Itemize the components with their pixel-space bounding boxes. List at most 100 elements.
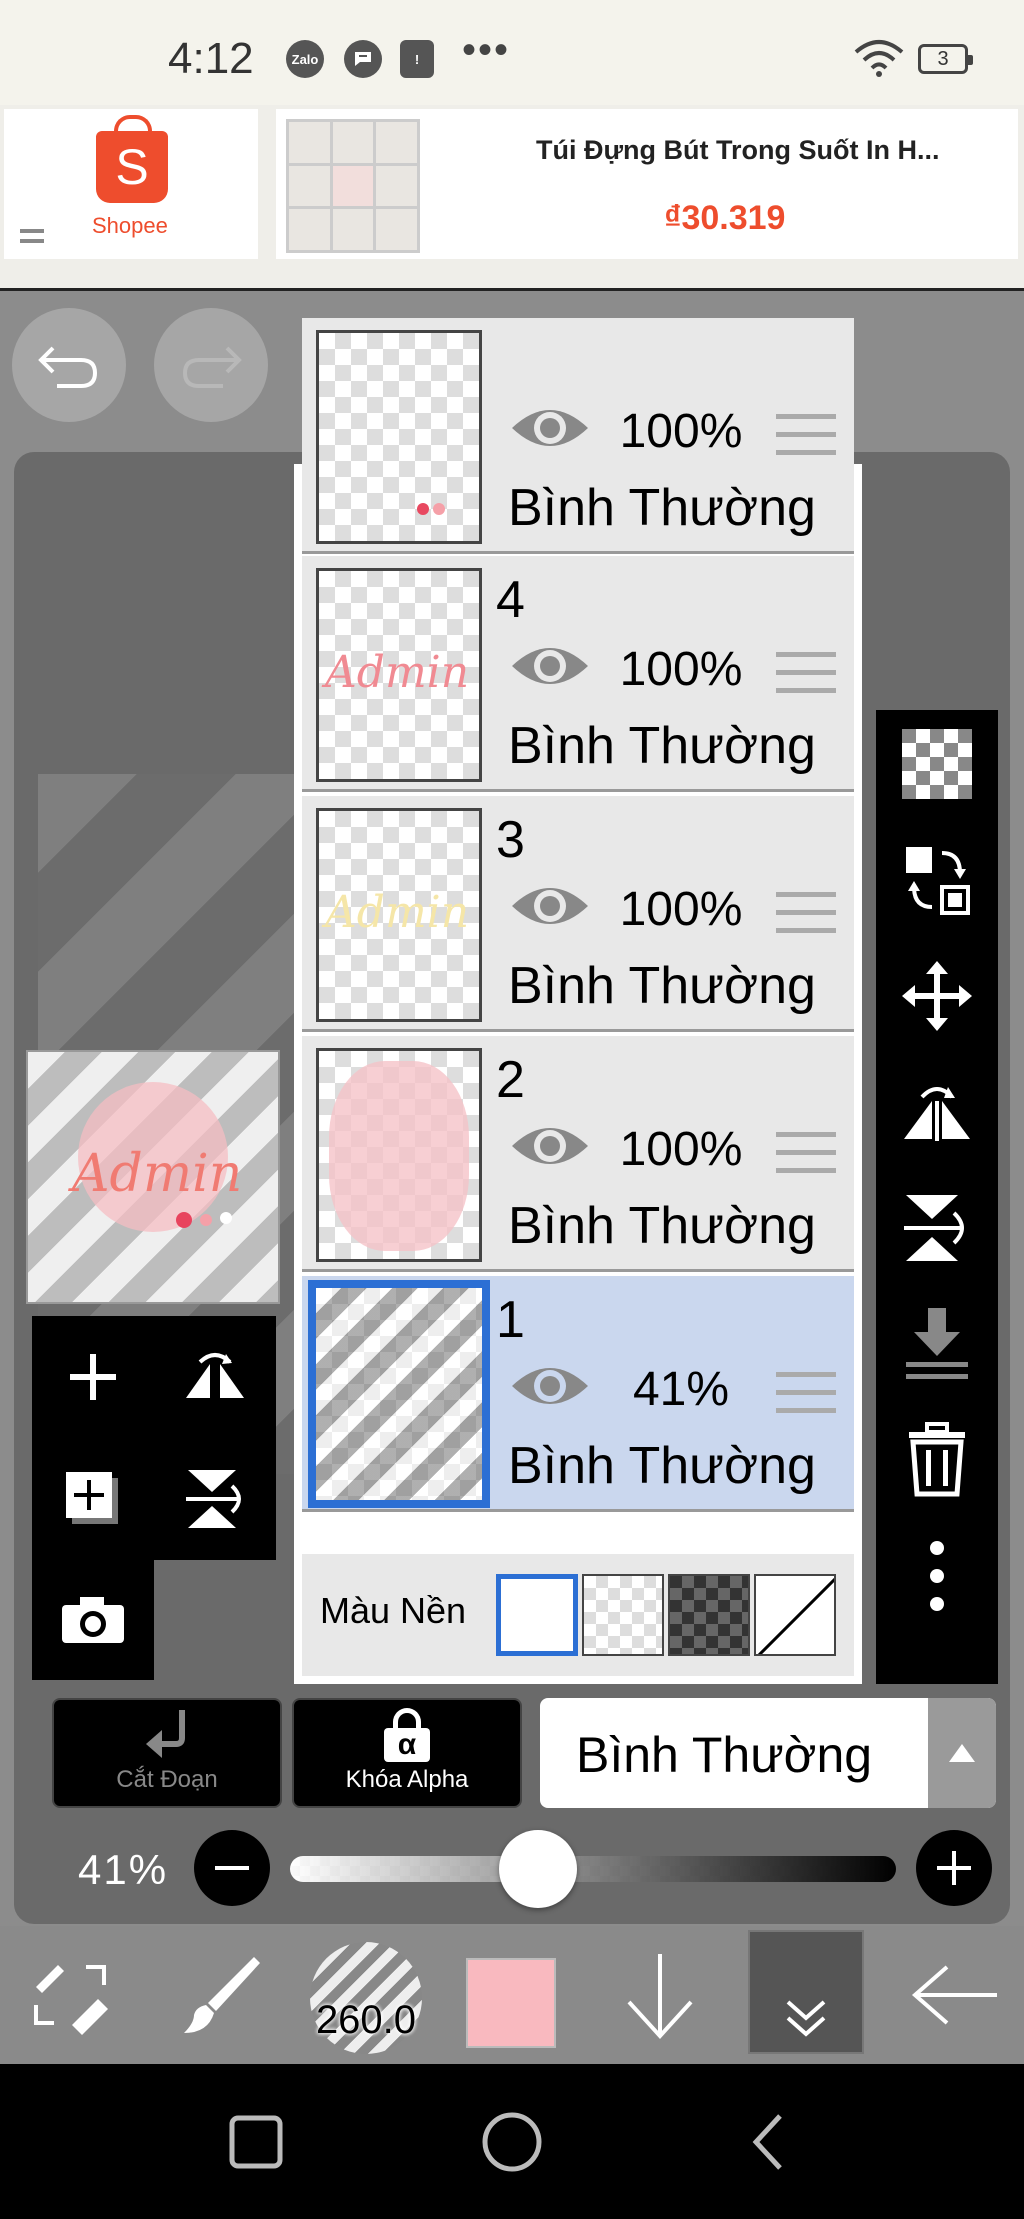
blend-mode-select[interactable]: Bình Thường bbox=[540, 1698, 996, 1808]
home-button[interactable] bbox=[452, 2064, 572, 2219]
undo-icon bbox=[38, 346, 98, 388]
opacity-decrease-button[interactable] bbox=[194, 1830, 270, 1906]
background-white-option[interactable] bbox=[496, 1574, 578, 1656]
move-button[interactable] bbox=[876, 942, 998, 1050]
layer-opacity: 100% bbox=[619, 643, 743, 696]
redo-button[interactable] bbox=[154, 308, 268, 422]
visibility-eye-icon[interactable] bbox=[508, 638, 592, 699]
ad-banner[interactable]: S Shopee Túi Đựng Bút Trong Suốt In H...… bbox=[0, 105, 1024, 291]
transparency-button[interactable] bbox=[876, 710, 998, 818]
add-layer-button[interactable] bbox=[32, 1316, 154, 1438]
canvas-preview[interactable]: Admin bbox=[26, 1050, 280, 1304]
trash-icon bbox=[909, 1422, 965, 1497]
shopee-logo[interactable]: S Shopee bbox=[4, 109, 258, 259]
flip-vertical-icon bbox=[186, 1470, 241, 1528]
chevron-left-icon bbox=[752, 2113, 782, 2170]
plus-icon bbox=[937, 1851, 971, 1885]
layer-action-toolbar bbox=[876, 710, 998, 1684]
layer-thumbnail bbox=[316, 330, 482, 544]
flip-horizontal-icon bbox=[904, 1087, 970, 1141]
visibility-eye-icon[interactable] bbox=[508, 1118, 592, 1179]
menu-icon[interactable] bbox=[20, 229, 44, 249]
status-bar: 4:12 Zalo ! ••• 3 bbox=[0, 0, 1024, 105]
download-button[interactable] bbox=[600, 1926, 720, 2064]
brush-eraser-icon bbox=[34, 1965, 108, 2035]
layer-opacity: 100% bbox=[619, 883, 743, 936]
clipping-button[interactable]: Cắt Đoạn bbox=[52, 1698, 282, 1808]
layer-item[interactable]: 2 100% Bình Thường bbox=[302, 1036, 854, 1272]
back-button[interactable] bbox=[896, 1926, 1016, 2064]
layer-opacity: 100% bbox=[619, 1123, 743, 1176]
product-title: Túi Đựng Bút Trong Suốt In H... bbox=[536, 135, 940, 165]
status-time: 4:12 bbox=[168, 34, 254, 83]
ad-product[interactable]: Túi Đựng Bút Trong Suốt In H... ₫30.319 bbox=[276, 109, 1018, 259]
visibility-eye-icon[interactable] bbox=[508, 1358, 592, 1419]
background-none-option[interactable] bbox=[754, 1574, 836, 1656]
layer-number: 3 bbox=[496, 811, 525, 869]
flip-horizontal-button[interactable] bbox=[154, 1316, 276, 1438]
drag-handle-icon[interactable] bbox=[776, 414, 836, 468]
chevron-up-icon[interactable] bbox=[928, 1698, 996, 1808]
layer-thumbnail bbox=[316, 1048, 482, 1262]
flip-layer-vertical-button[interactable] bbox=[876, 1174, 998, 1282]
alpha-lock-button[interactable]: α Khóa Alpha bbox=[292, 1698, 522, 1808]
zalo-icon: Zalo bbox=[286, 40, 324, 78]
system-back-button[interactable] bbox=[708, 2064, 828, 2219]
background-color-row: Màu Nền bbox=[302, 1554, 854, 1676]
recent-apps-button[interactable] bbox=[196, 2064, 316, 2219]
opacity-value: 41% bbox=[78, 1846, 169, 1893]
opacity-increase-button[interactable] bbox=[916, 1830, 992, 1906]
layer-item[interactable]: Admin 4 100% Bình Thường bbox=[302, 556, 854, 792]
opacity-slider[interactable] bbox=[290, 1856, 896, 1882]
layer-thumbnail-text: Admin bbox=[325, 887, 470, 938]
layer-number: 4 bbox=[496, 571, 525, 629]
minus-icon bbox=[215, 1866, 249, 1870]
arrow-left-icon bbox=[911, 1965, 997, 2025]
delete-layer-button[interactable] bbox=[876, 1406, 998, 1514]
flip-vertical-button[interactable] bbox=[154, 1438, 276, 1560]
alert-icon: ! bbox=[400, 40, 434, 78]
background-transparent-option[interactable] bbox=[582, 1574, 664, 1656]
background-label: Màu Nền bbox=[320, 1590, 467, 1631]
merge-down-button[interactable] bbox=[876, 1290, 998, 1398]
layer-item-selected[interactable]: 1 41% Bình Thường bbox=[302, 1276, 854, 1512]
undo-button[interactable] bbox=[12, 308, 126, 422]
redo-icon bbox=[182, 346, 242, 388]
swap-layer-button[interactable] bbox=[876, 826, 998, 934]
flip-horizontal-icon bbox=[186, 1353, 244, 1398]
drag-handle-icon[interactable] bbox=[776, 892, 836, 946]
layer-thumbnail-text: Admin bbox=[325, 647, 470, 698]
visibility-eye-icon[interactable] bbox=[508, 400, 592, 461]
brush-tool-button[interactable] bbox=[160, 1926, 280, 2064]
more-vertical-icon bbox=[930, 1541, 944, 1611]
shopee-brand: Shopee bbox=[92, 213, 168, 238]
brush-size-value: 260.0 bbox=[315, 1998, 417, 2042]
lock-icon: α bbox=[294, 1708, 520, 1762]
background-dark-checker-option[interactable] bbox=[668, 1574, 750, 1656]
brush-eraser-toggle-button[interactable] bbox=[10, 1926, 130, 2064]
flip-vertical-icon bbox=[904, 1195, 964, 1261]
layer-item[interactable]: 100% Bình Thường bbox=[302, 318, 854, 554]
shopee-bag-icon: S bbox=[96, 115, 168, 203]
layer-thumbnail bbox=[308, 1280, 490, 1508]
opacity-slider-thumb[interactable] bbox=[499, 1830, 578, 1908]
duplicate-layer-button[interactable] bbox=[32, 1438, 154, 1560]
clipping-label: Cắt Đoạn bbox=[116, 1766, 218, 1793]
color-picker-button[interactable] bbox=[466, 1958, 556, 2048]
circle-icon bbox=[482, 2112, 542, 2171]
duplicate-layer-icon bbox=[66, 1472, 118, 1524]
visibility-eye-icon[interactable] bbox=[508, 878, 592, 939]
drag-handle-icon[interactable] bbox=[776, 1132, 836, 1186]
drag-handle-icon[interactable] bbox=[776, 652, 836, 706]
flip-layer-horizontal-button[interactable] bbox=[876, 1058, 998, 1166]
layer-item[interactable]: Admin 3 100% Bình Thường bbox=[302, 796, 854, 1032]
layers-panel-toggle[interactable] bbox=[748, 1930, 864, 2054]
clip-arrow-icon bbox=[54, 1708, 280, 1762]
layer-number: 2 bbox=[496, 1051, 525, 1109]
chat-icon bbox=[344, 40, 382, 78]
camera-button[interactable] bbox=[32, 1560, 154, 1680]
swap-icon bbox=[906, 847, 970, 915]
checkerboard-icon bbox=[902, 729, 972, 799]
drag-handle-icon[interactable] bbox=[776, 1372, 836, 1426]
more-options-button[interactable] bbox=[876, 1522, 998, 1630]
